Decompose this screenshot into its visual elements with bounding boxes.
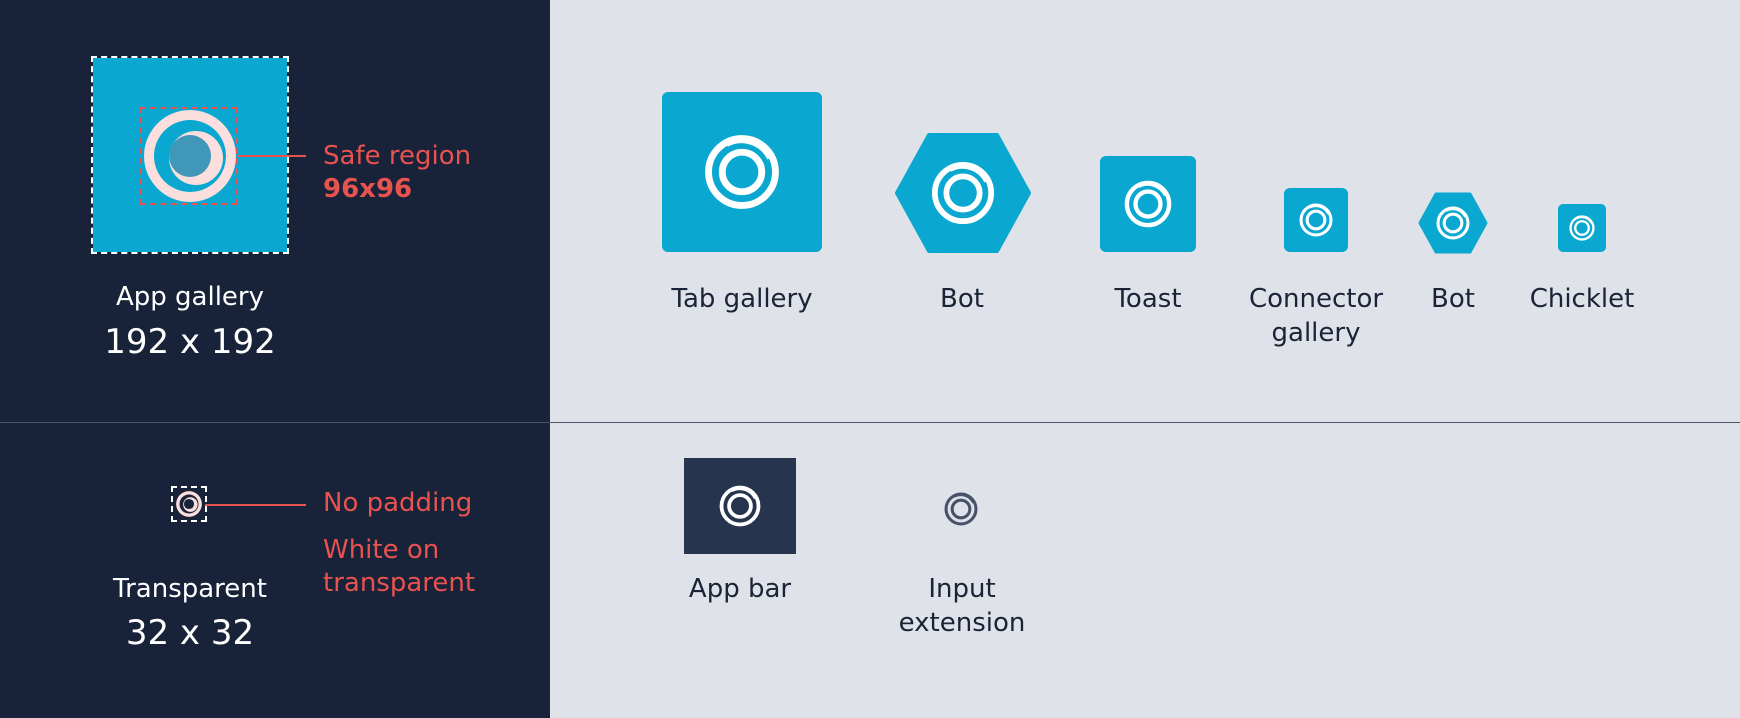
logo-icon — [931, 161, 995, 225]
hero-logo-icon — [144, 110, 236, 202]
no-padding-leader-line — [205, 504, 306, 506]
logo-icon — [1299, 203, 1333, 237]
transparent-size: 32 x 32 — [125, 613, 255, 653]
logo-icon — [719, 485, 761, 527]
logo-icon — [1569, 215, 1595, 241]
app-bar-tile — [684, 458, 796, 554]
logo-icon — [1436, 206, 1470, 240]
logo-icon — [944, 492, 978, 526]
safe-region-size: 96x96 — [323, 174, 413, 204]
app-gallery-label: App gallery — [115, 282, 264, 312]
transparent-annotation: transparent — [323, 568, 476, 598]
toast-tile — [1100, 156, 1196, 252]
tab-gallery-tile — [662, 92, 822, 252]
no-padding-label: No padding — [323, 488, 473, 518]
input-extension-label-line1: Input — [928, 574, 996, 604]
connector-gallery-tile — [1284, 188, 1348, 252]
tab-gallery-label: Tab gallery — [671, 284, 813, 314]
transparent-label: Transparent — [113, 574, 267, 604]
horizontal-divider — [0, 422, 1740, 423]
bot-large-label: Bot — [940, 284, 984, 314]
transparent-logo-icon — [176, 491, 202, 517]
app-bar-label: App bar — [688, 574, 792, 604]
logo-icon — [704, 134, 780, 210]
connector-gallery-label-line2: gallery — [1271, 318, 1361, 348]
chicklet-label: Chicklet — [1529, 284, 1635, 314]
white-on-label: White on — [323, 535, 440, 565]
input-extension-label-line2: extension — [898, 608, 1026, 638]
safe-region-label: Safe region — [323, 141, 472, 171]
app-gallery-size: 192 x 192 — [104, 322, 276, 362]
safe-region-leader-line — [238, 155, 306, 157]
chicklet-tile — [1558, 204, 1606, 252]
logo-icon — [1124, 180, 1172, 228]
